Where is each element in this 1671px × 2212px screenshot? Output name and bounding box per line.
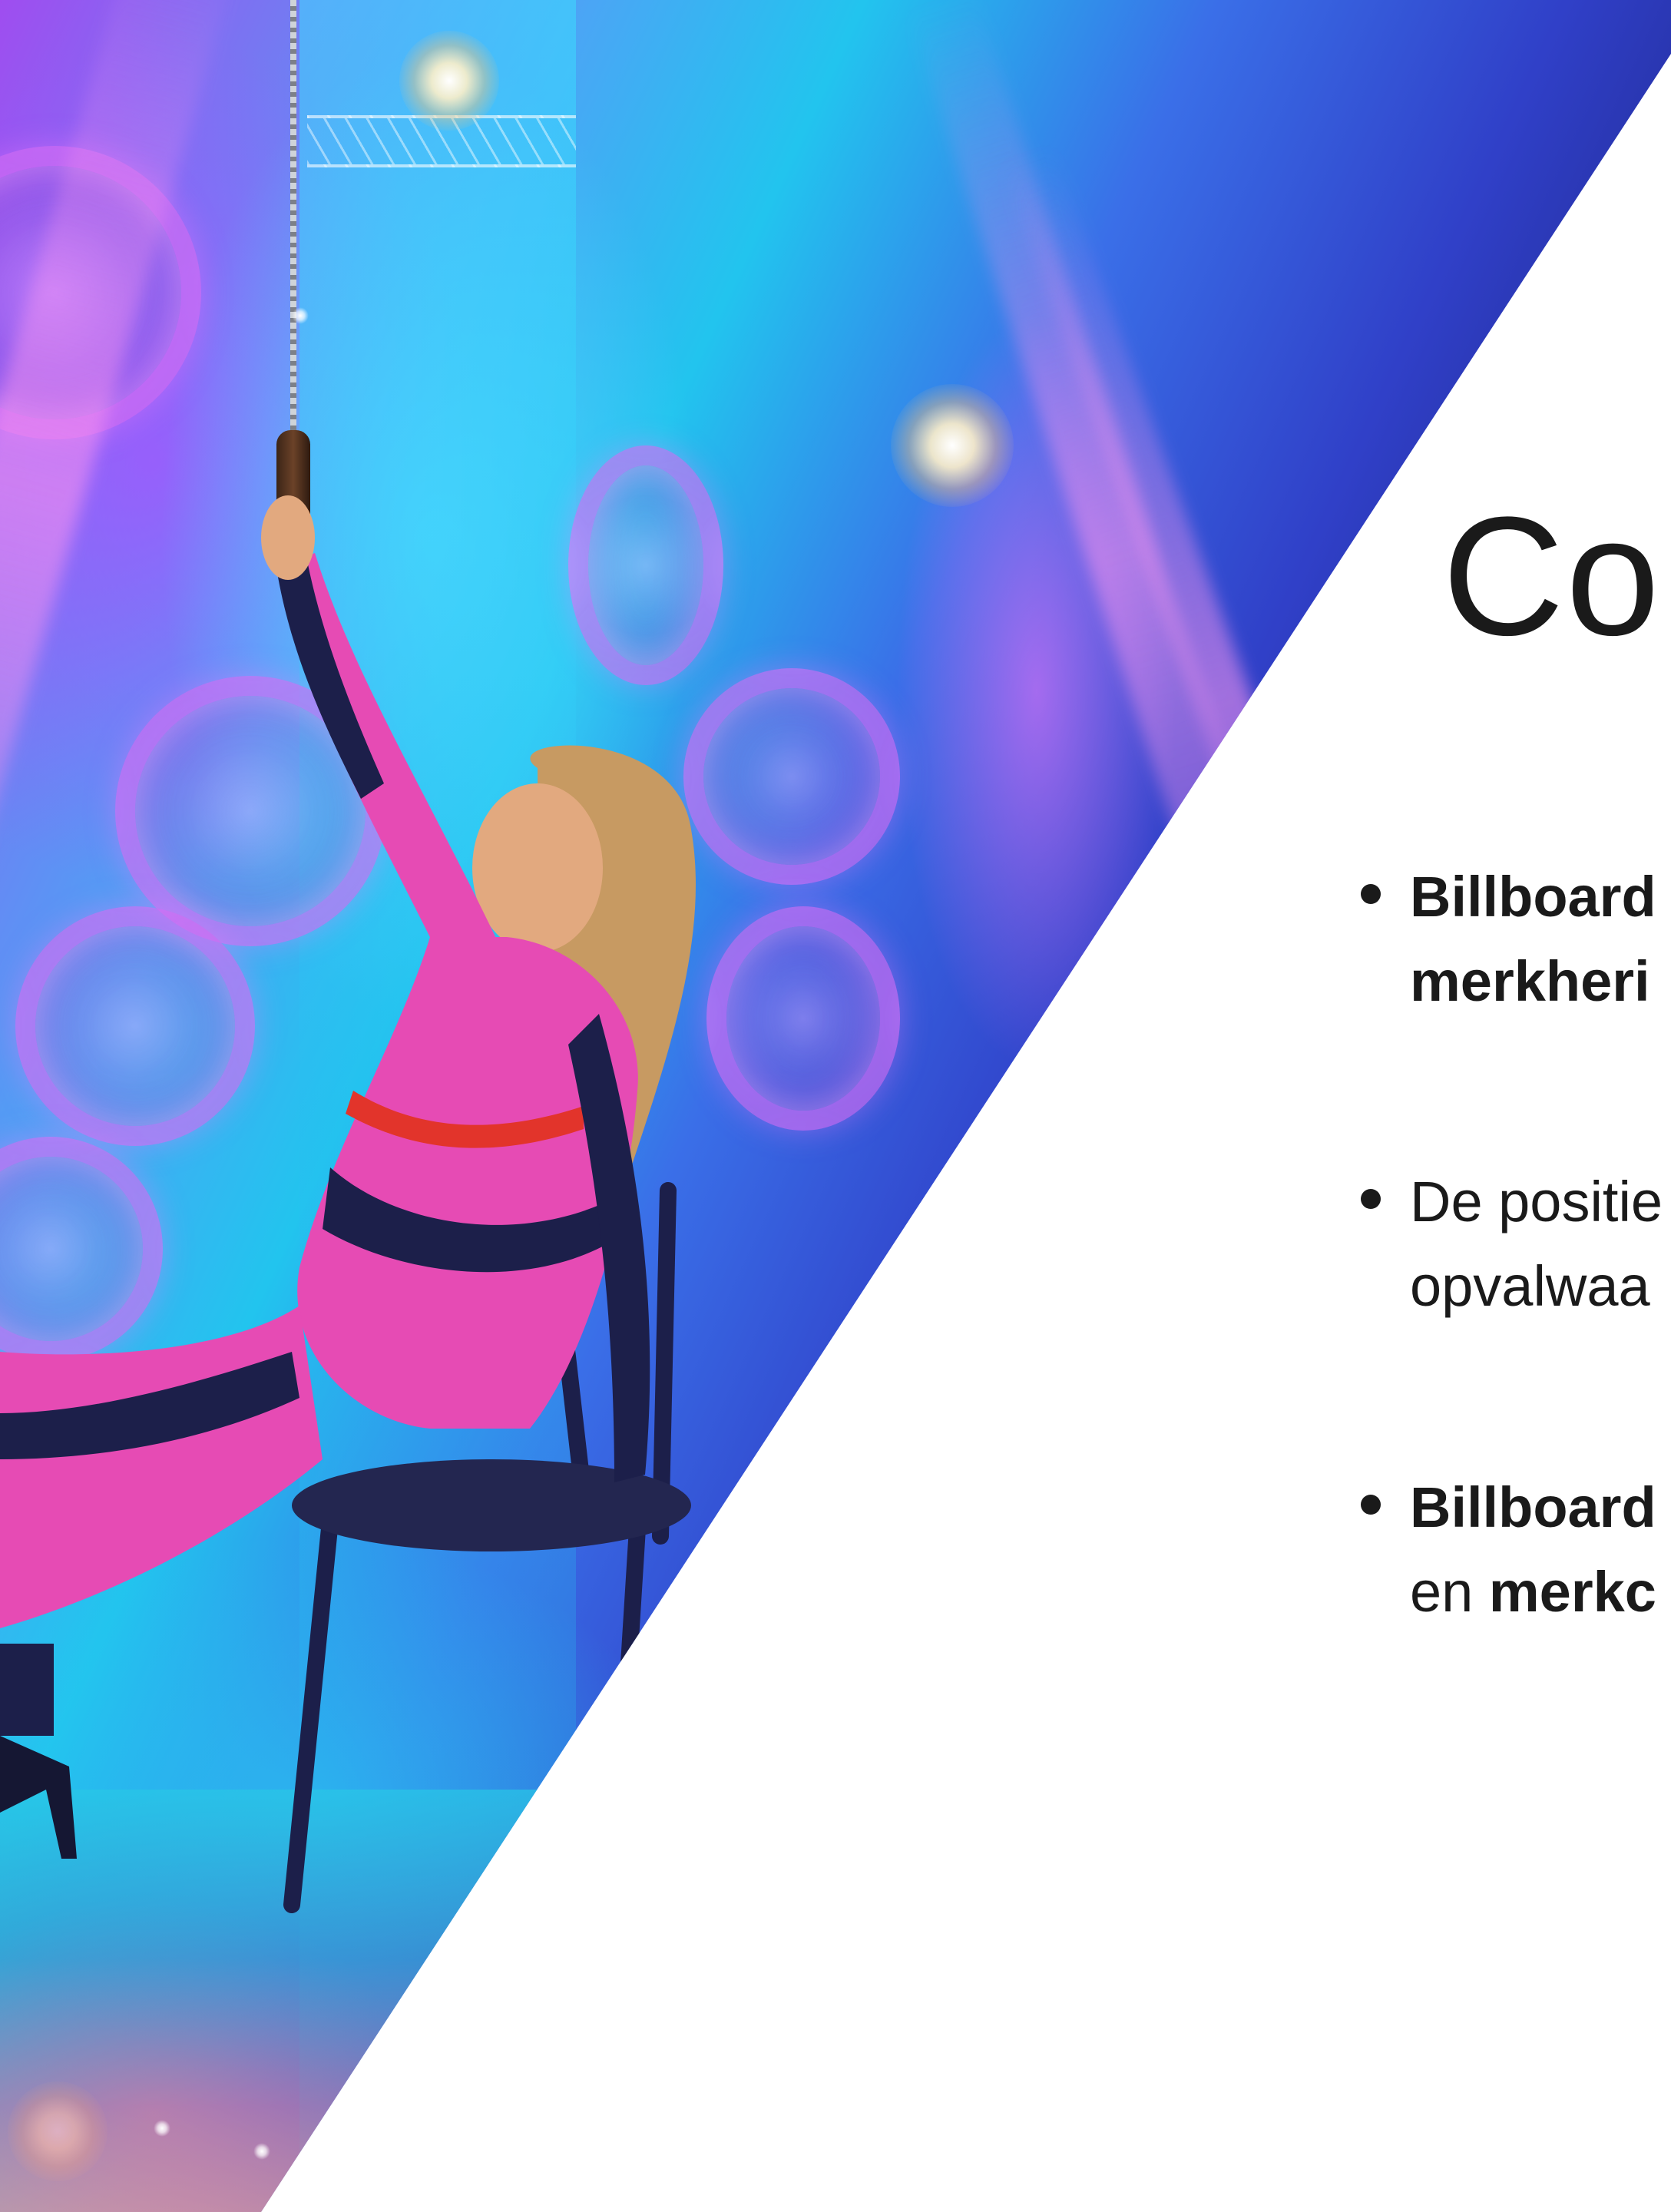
bullet-dot-icon	[1361, 884, 1381, 904]
bullet-text: en	[1410, 1560, 1489, 1624]
bullet-text: Billboard	[1410, 1475, 1656, 1539]
bullet-dot-icon	[1361, 1495, 1381, 1515]
light-beam	[908, 0, 1424, 1399]
slide: Co Billboard merkheri De positie opvalwa…	[0, 0, 1671, 2212]
sparkle	[253, 2143, 270, 2160]
bullet-text: De positie	[1410, 1170, 1663, 1233]
bullet-list: Billboard merkheri De positie opvalwaa B…	[1361, 0, 1671, 2212]
bullet-item: De positie opvalwaa	[1361, 1160, 1671, 1329]
bullet-text: Billboard	[1410, 865, 1656, 929]
bullet-item: Billboard merkheri	[1361, 855, 1671, 1024]
hand	[261, 495, 315, 580]
spotlight	[891, 384, 1014, 507]
bullet-item: Billboard en merkc	[1361, 1465, 1671, 1634]
legs	[0, 1306, 323, 1628]
sparkle	[154, 2120, 170, 2137]
bullet-text: merkc	[1488, 1560, 1656, 1624]
sparkle	[292, 307, 309, 324]
bullet-text: merkheri	[1410, 949, 1650, 1013]
bullet-dot-icon	[1361, 1189, 1381, 1209]
bullet-text: opvalwaa	[1410, 1254, 1650, 1318]
performer-figure	[0, 495, 696, 1913]
shoe	[0, 1736, 77, 1859]
face	[472, 783, 603, 952]
shin	[0, 1644, 54, 1736]
